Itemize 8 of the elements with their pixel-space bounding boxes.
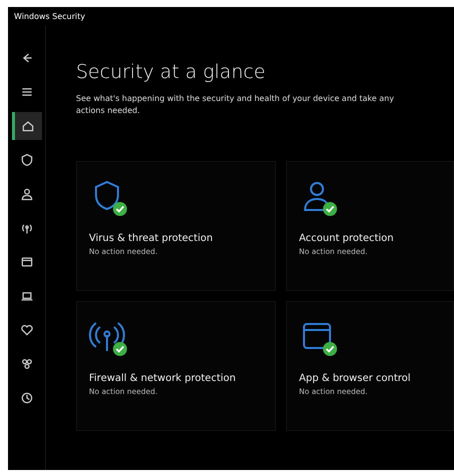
page-description: See what's happening with the security and health of your device and take any actions needed. [76,93,395,117]
page-title: Security at a glance [76,61,266,83]
window-title: Windows Security [13,11,86,23]
card-title: Account protection [299,232,394,245]
home-icon[interactable] [12,112,42,140]
card-title: App & browser control [299,372,411,385]
card-title: Firewall & network protection [89,372,236,385]
card-title: Virus & threat protection [89,232,213,245]
